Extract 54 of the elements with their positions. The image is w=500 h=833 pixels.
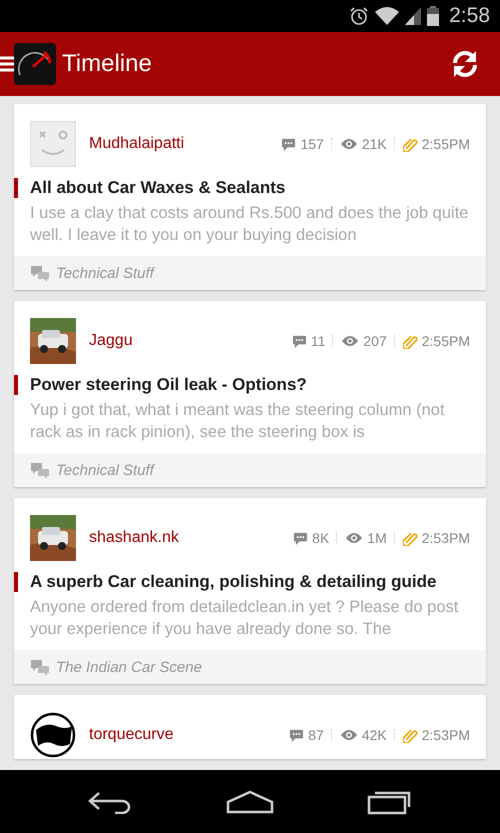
- post-time: 2:55PM: [422, 333, 470, 349]
- paperclip-icon: [402, 728, 418, 742]
- refresh-icon[interactable]: [450, 49, 480, 79]
- post-excerpt: I use a clay that costs around Rs.500 and does the job quite well. I leave it to you on your buying decision: [29, 203, 470, 246]
- post-card[interactable]: torquecurve 87 42K 2:53PM: [14, 695, 486, 759]
- speedometer-logo-icon: [14, 43, 56, 85]
- post-card[interactable]: Mudhalaipatti 157 21K 2:55PM All about Car Waxes & Sealants I use a clay that costs around Rs.500 and does the job quite well. I leave it to you on your buying decision Technical Stuff: [14, 104, 486, 290]
- screen-title: Timeline: [62, 50, 153, 78]
- status-time: 2:58: [449, 4, 490, 28]
- comment-icon: [293, 530, 308, 546]
- comment-icon: [281, 136, 296, 152]
- view-count: 42K: [362, 727, 387, 743]
- eye-icon: [340, 138, 358, 150]
- post-time: 2:53PM: [422, 530, 470, 546]
- wifi-icon: [375, 7, 400, 25]
- home-icon[interactable]: [226, 790, 274, 814]
- eye-icon: [345, 532, 364, 544]
- view-count: 21K: [362, 136, 387, 152]
- view-count: 1M: [367, 530, 387, 546]
- post-title: A superb Car cleaning, polishing & detailing guide: [14, 572, 486, 592]
- post-title: Power steering Oil leak - Options?: [14, 375, 486, 395]
- paperclip-icon: [402, 530, 418, 546]
- signal-icon: [405, 7, 422, 25]
- post-time: 2:55PM: [422, 136, 470, 152]
- flag-logo-icon: [30, 712, 76, 758]
- post-time: 2:53PM: [422, 727, 470, 743]
- eye-icon: [341, 335, 360, 347]
- battery-icon: [427, 6, 440, 26]
- author-name[interactable]: Mudhalaipatti: [89, 135, 282, 153]
- post-excerpt: Yup i got that, what i meant was the steering column (not rack as in rack pinion), see the steering box is: [29, 400, 446, 443]
- paperclip-icon: [402, 136, 418, 152]
- comment-count: 8K: [312, 530, 330, 546]
- chat-bubbles-icon: [30, 658, 50, 676]
- author-name[interactable]: Jaggu: [89, 332, 292, 350]
- comment-icon: [289, 728, 304, 742]
- comment-count: 87: [308, 727, 324, 743]
- comment-count: 11: [310, 333, 326, 349]
- chat-bubbles-icon: [30, 461, 50, 479]
- comment-icon: [292, 334, 307, 348]
- post-title: All about Car Waxes & Sealants: [14, 178, 486, 198]
- chat-bubbles-icon: [30, 264, 50, 282]
- comment-count: 157: [300, 136, 324, 152]
- post-card[interactable]: [14, 498, 486, 684]
- alarm-icon: [349, 6, 370, 26]
- menu-icon[interactable]: [0, 55, 14, 73]
- post-card[interactable]: Jaggu 11 207 2:55PM Power steering Oil leak - Options? Yup i got that, what i meant was the steering column (not rack as in rack pinion), see the steering box is Technical Stuff: [14, 301, 486, 487]
- author-name[interactable]: torquecurve: [89, 726, 290, 744]
- back-icon[interactable]: [86, 790, 133, 814]
- author-name[interactable]: shashank.nk: [89, 529, 294, 547]
- view-count: 207: [363, 333, 387, 349]
- eye-icon: [340, 729, 358, 741]
- avatar-placeholder-icon: [30, 121, 76, 167]
- post-excerpt: Anyone ordered from detailedclean.in yet ? Please do post your experience if you have already done so. The: [29, 597, 460, 640]
- paperclip-icon: [402, 334, 418, 348]
